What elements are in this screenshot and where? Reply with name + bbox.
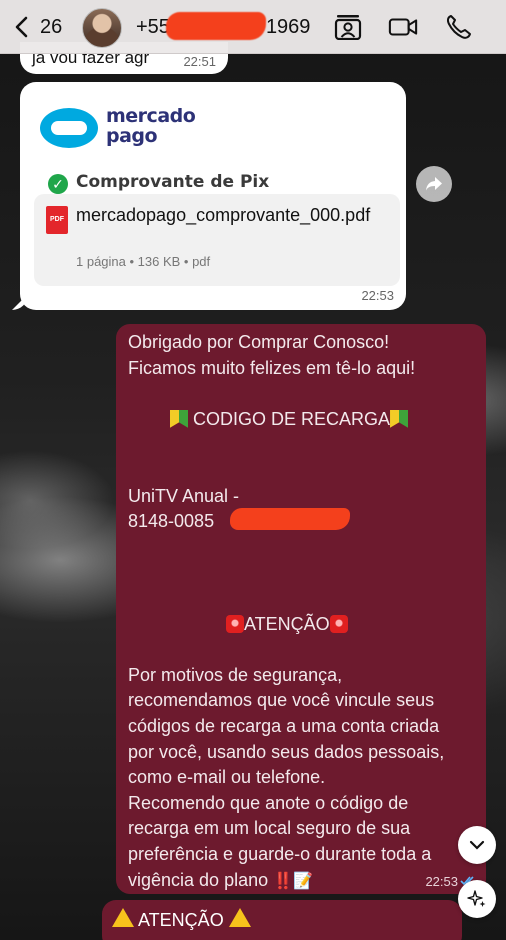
avatar[interactable] — [82, 8, 122, 48]
chat-header: 26 +55 1969 — [0, 0, 506, 54]
beginner-symbol-icon — [170, 409, 188, 428]
warning-icon — [228, 908, 251, 927]
message-time: 22:53 — [361, 288, 394, 303]
message-line: UniTV Anual - — [128, 485, 240, 506]
file-name: mercadopago_comprovante_000.pdf — [76, 205, 371, 225]
phone-icon[interactable] — [444, 14, 474, 40]
redaction-mark — [166, 12, 266, 40]
message-line: Obrigado por Comprar Conosco! — [128, 332, 390, 352]
file-attachment[interactable]: PDF mercadopago_comprovante_000.pdf 1 pá… — [34, 194, 400, 286]
document-preview[interactable]: mercado pago ✓ Comprovante de Pix — [30, 90, 396, 194]
message-line: por você, usando seus dados pessoais, — [128, 741, 445, 762]
check-icon: ✓ — [48, 174, 68, 194]
scroll-down-button[interactable] — [458, 826, 496, 864]
sparkle-icon — [467, 890, 486, 907]
message-line: Recomendo que anote o código de — [128, 792, 409, 813]
message-line: preferência e guarde-o durante toda a — [128, 844, 432, 864]
outgoing-message[interactable]: ATENÇÃO — [102, 900, 462, 940]
siren-icon — [226, 614, 244, 633]
video-call-icon[interactable] — [388, 14, 418, 40]
message-line: Por motivos de segurança, — [128, 664, 343, 685]
siren-icon — [329, 614, 348, 633]
message-line: 8148-0085 — [128, 511, 215, 532]
message-line: ATENÇÃO — [226, 612, 348, 638]
file-meta: 1 página • 136 KB • pdf — [76, 254, 211, 269]
message-time: 22:51 — [183, 54, 216, 69]
message-line: ATENÇÃO — [112, 908, 251, 934]
warning-icon — [112, 908, 134, 927]
message-line: recarga em um local seguro de sua — [128, 818, 411, 839]
incoming-attachment-message[interactable]: mercado pago ✓ Comprovante de Pix PDF me… — [20, 82, 406, 310]
contact-card-icon[interactable] — [333, 14, 363, 40]
redaction-mark — [230, 508, 350, 530]
message-line: CODIGO DE RECARGA — [170, 407, 409, 433]
message-line: códigos de recarga a uma conta criada — [128, 716, 440, 736]
emoji: ‼️📝 — [273, 872, 313, 890]
message-line: como e-mail ou telefone. — [128, 767, 326, 788]
mercado-pago-logo: mercado pago — [40, 104, 196, 152]
unread-count[interactable]: 26 — [40, 16, 62, 39]
message-time: 22:53 — [425, 874, 458, 889]
preview-title: Comprovante de Pix — [76, 172, 270, 192]
message-line: recomendamos que você vincule seus — [128, 690, 435, 711]
share-icon[interactable] — [416, 166, 452, 202]
message-line: Ficamos muito felizes em tê-lo aqui! — [128, 357, 416, 378]
chevron-down-icon — [469, 840, 485, 850]
beginner-symbol-icon — [390, 409, 409, 428]
ai-sparkle-button[interactable] — [458, 880, 496, 918]
outgoing-message[interactable]: Obrigado por Comprar Conosco! Ficamos mu… — [116, 324, 486, 894]
back-chevron-icon[interactable] — [12, 15, 32, 39]
message-line: vigência do plano ‼️📝 — [128, 869, 313, 890]
pdf-icon: PDF — [46, 206, 68, 234]
